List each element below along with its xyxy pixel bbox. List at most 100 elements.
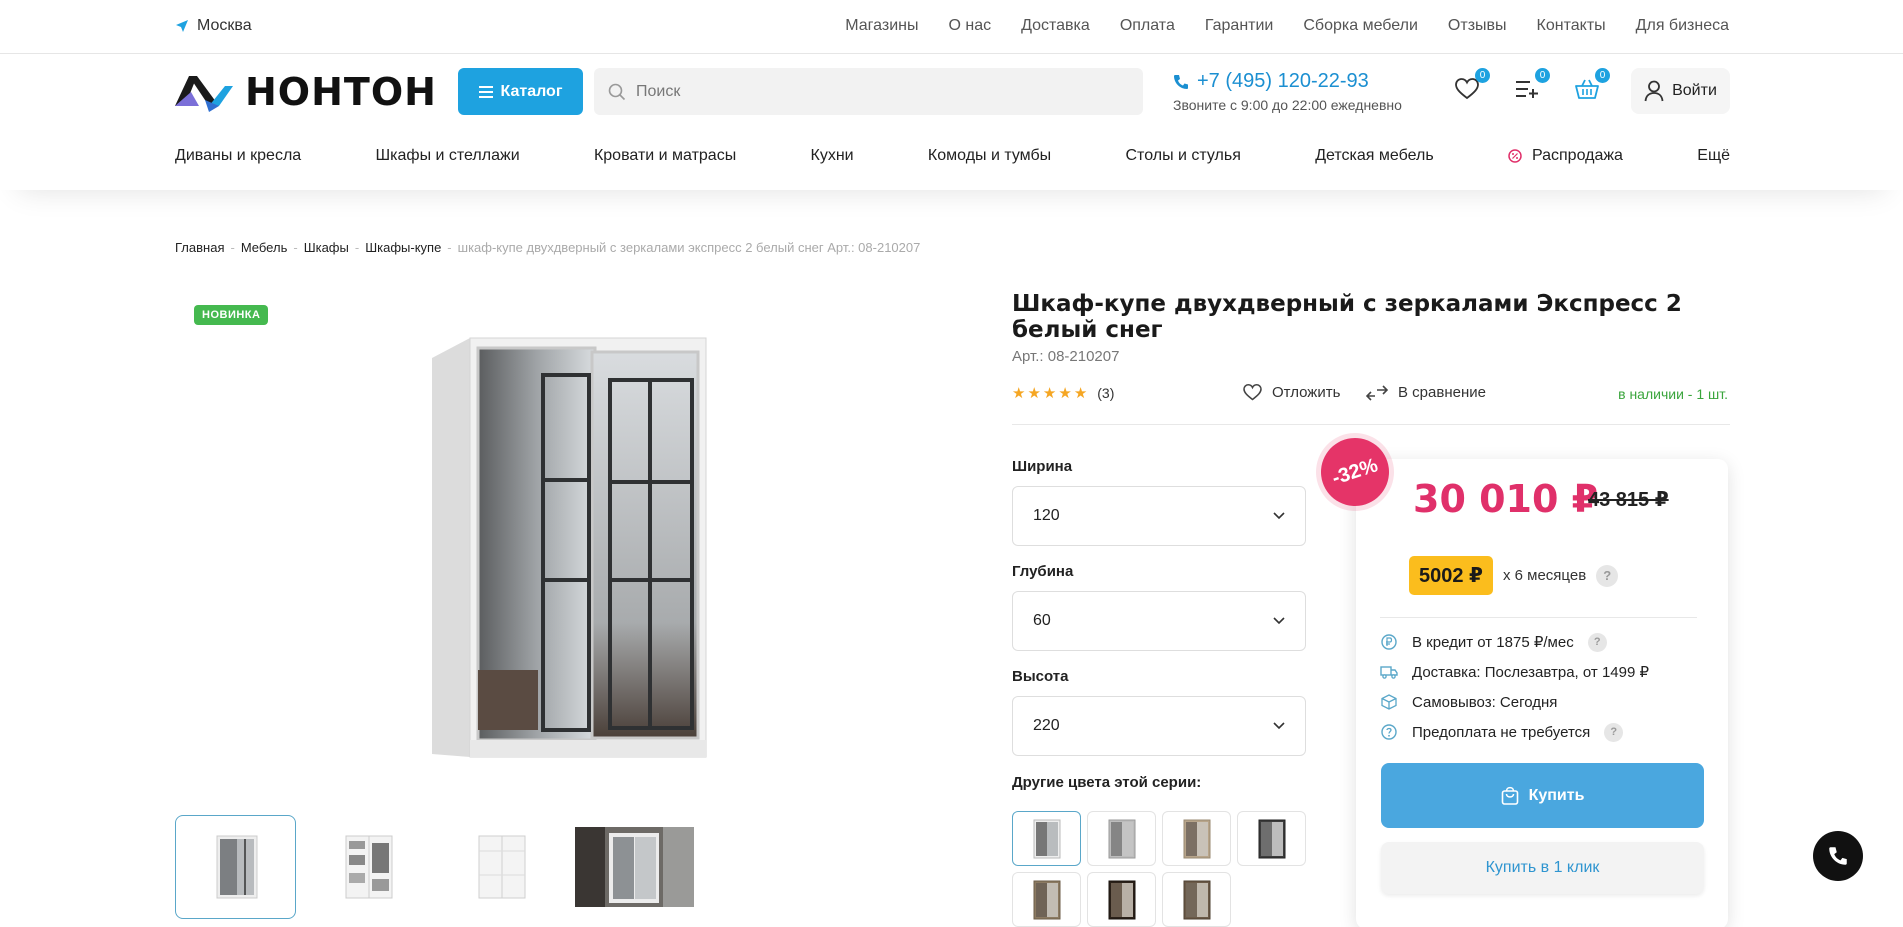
shopping-bag-icon — [1501, 786, 1518, 805]
phone-icon — [1174, 74, 1188, 89]
thumbnail-2[interactable] — [308, 815, 429, 919]
help-icon[interactable]: ? — [1604, 722, 1624, 742]
top-link-about[interactable]: О нас — [948, 17, 991, 35]
category-dressers[interactable]: Комоды и тумбы — [928, 147, 1051, 165]
star-icon: ★ — [1058, 385, 1072, 402]
catalog-button[interactable]: Каталог — [458, 68, 583, 115]
star-icon: ★ — [1042, 385, 1057, 402]
swatch-image — [1108, 880, 1135, 919]
thumbnail-3[interactable] — [441, 815, 562, 919]
cart-button[interactable]: 0 — [1572, 68, 1610, 104]
buy-button[interactable]: Купить — [1381, 763, 1704, 828]
top-link-contacts[interactable]: Контакты — [1537, 17, 1606, 35]
phone-hours: Звоните с 9:00 до 22:00 ежедневно — [1173, 97, 1402, 113]
logo[interactable]: НОНТОН — [175, 70, 437, 114]
top-link-assembly[interactable]: Сборка мебели — [1303, 17, 1418, 35]
buy-one-click-label: Купить в 1 клик — [1485, 859, 1600, 876]
top-link-stores[interactable]: Магазины — [845, 17, 918, 35]
category-kitchens[interactable]: Кухни — [811, 147, 854, 165]
feature-delivery: Доставка: Послезавтра, от 1499 ₽ — [1380, 657, 1649, 687]
width-value: 120 — [1033, 507, 1060, 524]
product-main-image[interactable] — [420, 330, 720, 765]
wishlist-button[interactable]: Отложить — [1243, 384, 1340, 401]
buy-one-click-button[interactable]: Купить в 1 клик — [1381, 842, 1704, 894]
feature-prepayment: Предоплата не требуется ? — [1380, 717, 1649, 747]
category-label: Распродажа — [1531, 147, 1623, 164]
color-swatch-sonoma[interactable] — [1162, 811, 1231, 866]
thumbnail-1[interactable] — [175, 815, 296, 919]
category-sofas[interactable]: Диваны и кресла — [175, 147, 301, 165]
phone-number[interactable]: +7 (495) 120-22-93 — [1173, 70, 1402, 93]
top-link-payment[interactable]: Оплата — [1120, 17, 1175, 35]
swatch-image — [1258, 819, 1285, 858]
add-to-compare-button[interactable]: В сравнение — [1366, 384, 1486, 401]
favorites-count: 0 — [1475, 68, 1490, 83]
breadcrumb-sliding-wardrobes[interactable]: Шкафы-купе — [365, 240, 441, 255]
color-swatch-white[interactable] — [1012, 811, 1081, 866]
height-value: 220 — [1033, 717, 1060, 734]
feature-prepayment-text: Предоплата не требуется — [1412, 723, 1591, 741]
catalog-label: Каталог — [500, 82, 563, 100]
installment-block: 5002 ₽ x 6 месяцев ? — [1409, 556, 1619, 595]
reviews-count: (3) — [1097, 385, 1115, 401]
breadcrumb-separator: - — [354, 240, 360, 255]
menu-icon — [478, 85, 493, 98]
phone-icon — [1829, 847, 1847, 865]
compare-count: 0 — [1535, 68, 1550, 83]
city-selector[interactable]: Москва — [175, 17, 252, 35]
login-button[interactable]: Войти — [1631, 68, 1730, 114]
color-swatch-graphite[interactable] — [1237, 811, 1306, 866]
colors-label: Другие цвета этой серии: — [1012, 774, 1202, 791]
color-swatch-wenge[interactable] — [1087, 872, 1156, 927]
category-label: Столы и стулья — [1125, 147, 1241, 164]
color-swatch-oak[interactable] — [1012, 872, 1081, 927]
compare-label: В сравнение — [1398, 384, 1486, 401]
category-label: Кухни — [810, 147, 854, 164]
top-link-delivery[interactable]: Доставка — [1021, 17, 1090, 35]
heart-icon — [1243, 384, 1262, 401]
logo-text: НОНТОН — [245, 70, 437, 114]
thumbnail-image — [216, 835, 257, 899]
color-swatch-gray[interactable] — [1087, 811, 1156, 866]
help-icon[interactable]: ? — [1596, 564, 1619, 587]
thumbnail-4[interactable] — [574, 815, 695, 919]
category-beds[interactable]: Кровати и матрасы — [594, 147, 736, 165]
chevron-down-icon — [1273, 512, 1285, 520]
category-label: Комоды и тумбы — [927, 147, 1052, 164]
help-icon[interactable]: ? — [1587, 632, 1607, 652]
feature-pickup: Самовывоз: Сегодня — [1380, 687, 1649, 717]
product-rating[interactable]: ★ ★ ★ ★ ★ (3) — [1012, 384, 1114, 402]
category-more[interactable]: Ещё — [1697, 147, 1730, 165]
thumbnail-strip — [175, 815, 695, 919]
height-select[interactable]: 220 — [1012, 696, 1306, 756]
box-icon — [1381, 694, 1397, 710]
top-link-warranty[interactable]: Гарантии — [1205, 17, 1274, 35]
category-sale[interactable]: Распродажа — [1508, 147, 1623, 165]
category-tables[interactable]: Столы и стулья — [1125, 147, 1240, 165]
product-title: Шкаф-купе двухдверный с зеркалами Экспре… — [1012, 291, 1682, 343]
breadcrumb-wardrobes[interactable]: Шкафы — [304, 240, 349, 255]
stock-status: в наличии - 1 шт. — [1618, 386, 1728, 402]
height-label: Высота — [1012, 668, 1069, 685]
top-link-business[interactable]: Для бизнеса — [1636, 17, 1729, 35]
category-kids[interactable]: Детская мебель — [1315, 147, 1433, 165]
top-link-reviews[interactable]: Отзывы — [1448, 17, 1507, 35]
compare-button[interactable]: 0 — [1512, 68, 1550, 104]
search-input[interactable] — [636, 82, 1116, 101]
star-icon: ★ — [1073, 385, 1088, 402]
category-wardrobes[interactable]: Шкафы и стеллажи — [376, 147, 520, 165]
color-swatch-walnut[interactable] — [1162, 872, 1231, 927]
truck-icon — [1380, 666, 1398, 679]
depth-label: Глубина — [1012, 563, 1074, 580]
breadcrumb-furniture[interactable]: Мебель — [241, 240, 288, 255]
depth-value: 60 — [1033, 612, 1051, 629]
search-icon — [608, 83, 626, 100]
width-select[interactable]: 120 — [1012, 486, 1306, 546]
call-button[interactable] — [1813, 831, 1863, 881]
feature-credit: В кредит от 1875 ₽/мес ? — [1380, 627, 1649, 657]
divider — [1380, 617, 1697, 618]
favorites-button[interactable]: 0 — [1452, 68, 1490, 104]
breadcrumb-home[interactable]: Главная — [175, 240, 224, 255]
cart-count: 0 — [1595, 68, 1610, 83]
depth-select[interactable]: 60 — [1012, 591, 1306, 651]
